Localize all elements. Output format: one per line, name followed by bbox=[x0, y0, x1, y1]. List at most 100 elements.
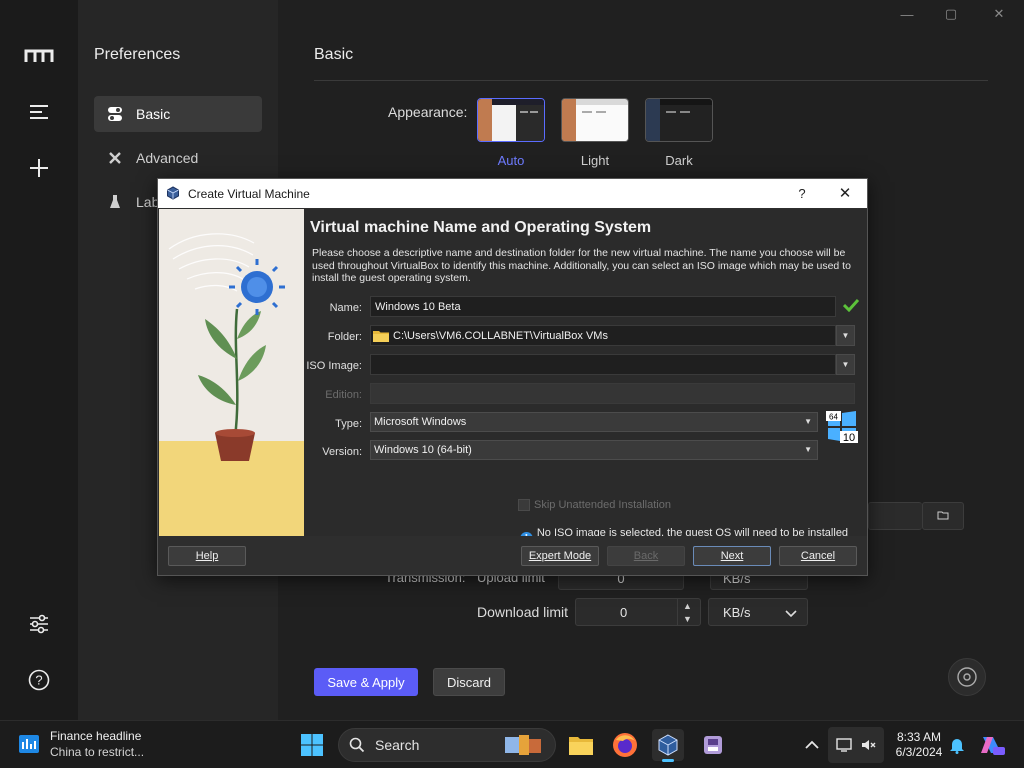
taskbar-search[interactable]: Search bbox=[338, 728, 556, 762]
iso-image-input[interactable] bbox=[370, 354, 836, 375]
dialog-title: Create Virtual Machine bbox=[188, 187, 310, 201]
name-input[interactable]: Windows 10 Beta bbox=[370, 296, 836, 317]
virtualbox-taskbar-icon[interactable] bbox=[652, 729, 684, 762]
sidebar-item-advanced[interactable]: Advanced bbox=[94, 140, 262, 176]
news-subtitle: China to restrict... bbox=[50, 745, 145, 759]
theme-auto-thumbnail[interactable] bbox=[477, 98, 545, 142]
edition-select bbox=[370, 383, 855, 404]
chevron-down-icon bbox=[785, 606, 797, 621]
active-indicator bbox=[662, 759, 674, 762]
notification-bell-icon[interactable] bbox=[941, 729, 973, 761]
skip-unattended-checkbox: Skip Unattended Installation bbox=[518, 499, 671, 511]
discard-button[interactable]: Discard bbox=[433, 668, 505, 696]
version-select[interactable]: Windows 10 (64-bit) ▼ bbox=[370, 440, 818, 460]
divider bbox=[314, 80, 988, 81]
search-highlight-icon bbox=[503, 733, 545, 760]
type-value: Microsoft Windows bbox=[374, 416, 467, 428]
wrench-icon bbox=[106, 149, 124, 167]
theme-auto-label[interactable]: Auto bbox=[477, 153, 545, 168]
download-unit-label: KB/s bbox=[723, 604, 751, 620]
windows-start-icon[interactable] bbox=[296, 729, 328, 761]
name-label: Name: bbox=[329, 302, 362, 314]
firefox-icon[interactable] bbox=[609, 729, 641, 761]
left-rail: ? bbox=[0, 0, 78, 720]
iso-dropdown-button[interactable]: ▼ bbox=[836, 354, 855, 375]
help-icon[interactable]: ? bbox=[19, 660, 59, 700]
svg-text:?: ? bbox=[35, 673, 42, 688]
theme-dark-label[interactable]: Dark bbox=[645, 153, 713, 168]
chevron-down-icon: ▼ bbox=[804, 417, 812, 426]
menu-icon[interactable] bbox=[19, 92, 59, 132]
download-limit-value: 0 bbox=[620, 604, 628, 620]
os-bits-label: 64 bbox=[829, 413, 838, 422]
news-title: Finance headline bbox=[50, 729, 142, 743]
next-button[interactable]: Next bbox=[693, 546, 771, 566]
theme-dark-thumbnail[interactable] bbox=[645, 98, 713, 142]
flask-icon bbox=[106, 193, 124, 211]
folder-icon bbox=[937, 507, 949, 525]
download-decrement-button[interactable]: ▼ bbox=[677, 612, 697, 625]
search-icon bbox=[349, 737, 365, 753]
folder-input[interactable]: C:\Users\VM6.COLLABNET\VirtualBox VMs bbox=[370, 325, 836, 346]
windows-os-icon: 64 10 bbox=[826, 411, 858, 444]
folder-dropdown-button[interactable]: ▼ bbox=[836, 325, 855, 346]
wizard-heading: Virtual machine Name and Operating Syste… bbox=[310, 219, 652, 236]
expert-mode-button[interactable]: Expert Mode bbox=[521, 546, 599, 566]
page-title: Basic bbox=[314, 46, 354, 63]
back-button: Back bbox=[607, 546, 685, 566]
version-value: Windows 10 (64-bit) bbox=[374, 444, 472, 456]
browse-folder-button[interactable] bbox=[922, 502, 964, 530]
help-button[interactable]: Help bbox=[168, 546, 246, 566]
close-icon[interactable]: ✕ bbox=[834, 183, 856, 203]
add-icon[interactable] bbox=[19, 148, 59, 188]
theme-light-thumbnail[interactable] bbox=[561, 98, 629, 142]
close-window-icon[interactable]: ✕ bbox=[984, 4, 1014, 24]
sidebar-item-label: Basic bbox=[136, 106, 171, 122]
copilot-icon[interactable] bbox=[976, 729, 1008, 761]
skip-unattended-label: Skip Unattended Installation bbox=[534, 499, 671, 511]
help-icon[interactable]: ? bbox=[792, 183, 812, 203]
edition-label: Edition: bbox=[325, 389, 362, 401]
folder-path: C:\Users\VM6.COLLABNET\VirtualBox VMs bbox=[393, 329, 608, 342]
type-label: Type: bbox=[335, 418, 362, 430]
virtualbox-icon bbox=[166, 186, 180, 203]
network-icon bbox=[836, 737, 852, 758]
disc-icon[interactable] bbox=[948, 658, 986, 696]
file-explorer-icon[interactable] bbox=[565, 729, 597, 761]
valid-check-icon bbox=[842, 298, 860, 317]
sidebar-item-label: Advanced bbox=[136, 150, 199, 166]
app-icon[interactable] bbox=[697, 729, 729, 761]
cancel-button[interactable]: Cancel bbox=[779, 546, 857, 566]
chevron-down-icon: ▼ bbox=[804, 445, 812, 454]
news-widget[interactable]: Finance headline China to restrict... bbox=[18, 729, 144, 759]
dialog-footer: Help Expert Mode Back Next Cancel bbox=[158, 536, 867, 575]
toggle-icon bbox=[106, 105, 124, 123]
maximize-icon[interactable]: ▢ bbox=[936, 4, 966, 24]
theme-light-label[interactable]: Light bbox=[561, 153, 629, 168]
dialog-titlebar[interactable]: Create Virtual Machine ? ✕ bbox=[158, 179, 867, 208]
search-label: Search bbox=[375, 737, 420, 753]
wizard-description: Please choose a descriptive name and des… bbox=[312, 247, 851, 284]
app-logo-icon[interactable] bbox=[19, 36, 59, 76]
folder-icon bbox=[373, 329, 389, 342]
path-input[interactable] bbox=[868, 502, 922, 530]
version-label: Version: bbox=[322, 446, 362, 458]
type-select[interactable]: Microsoft Windows ▼ bbox=[370, 412, 818, 432]
download-unit-select[interactable]: KB/s bbox=[708, 598, 808, 626]
save-apply-button[interactable]: Save & Apply bbox=[314, 668, 418, 696]
chevron-up-icon[interactable] bbox=[796, 729, 828, 761]
iso-label: ISO Image: bbox=[306, 360, 362, 372]
wizard-illustration bbox=[159, 209, 304, 536]
sidebar-item-basic[interactable]: Basic bbox=[94, 96, 262, 132]
preferences-title: Preferences bbox=[94, 46, 181, 63]
folder-label: Folder: bbox=[327, 331, 362, 343]
dialog-body: Virtual machine Name and Operating Syste… bbox=[304, 209, 867, 551]
volume-muted-icon bbox=[860, 737, 876, 758]
system-tray[interactable] bbox=[828, 727, 884, 763]
taskbar: Finance headline China to restrict... Se… bbox=[0, 720, 1024, 768]
os-version-label: 10 bbox=[843, 432, 855, 443]
minimize-icon[interactable]: — bbox=[892, 4, 922, 24]
download-increment-button[interactable]: ▲ bbox=[677, 599, 697, 612]
checkbox-box bbox=[518, 499, 530, 511]
sliders-icon[interactable] bbox=[19, 604, 59, 644]
